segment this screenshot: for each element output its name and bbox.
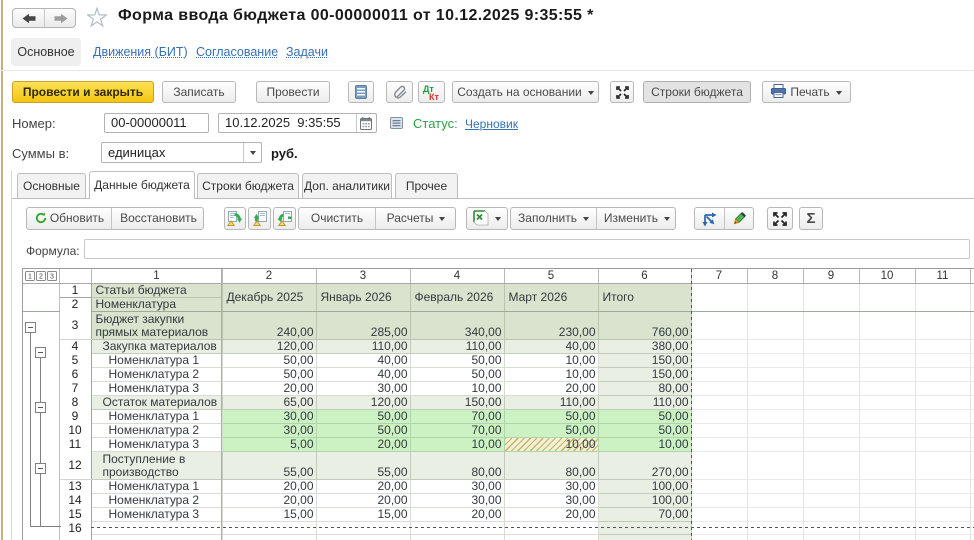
svg-text:2: 2 [39,274,43,281]
svg-text:1: 1 [28,274,32,281]
svg-text:3: 3 [50,274,54,281]
